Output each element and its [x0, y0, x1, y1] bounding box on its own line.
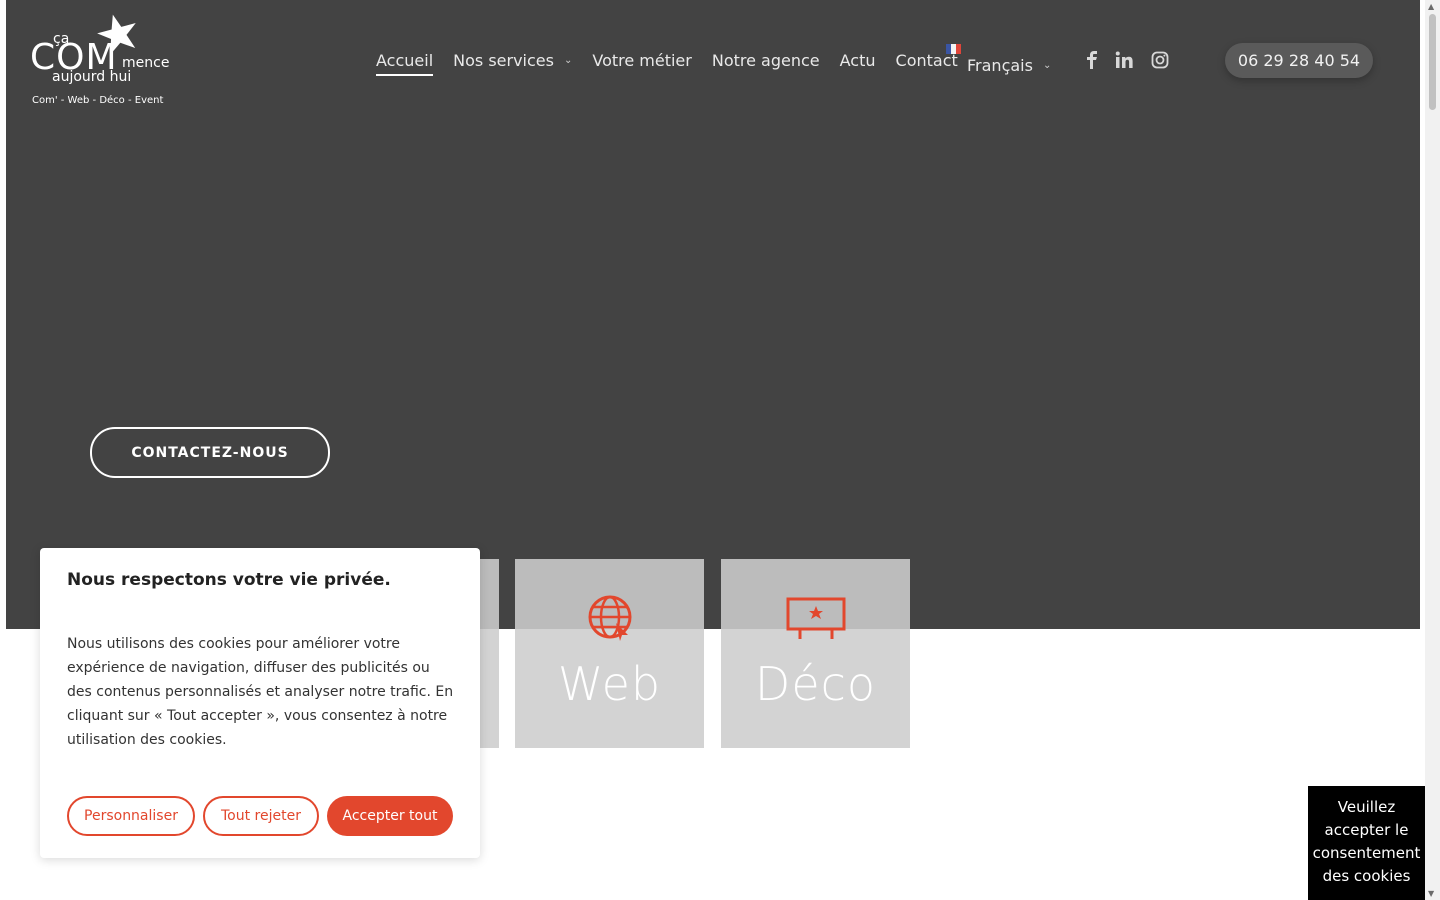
linkedin-icon[interactable]	[1114, 50, 1134, 70]
instagram-icon[interactable]	[1150, 50, 1170, 70]
contact-us-button[interactable]: CONTACTEZ-NOUS	[90, 427, 330, 478]
accept-all-button[interactable]: Accepter tout	[327, 796, 453, 836]
cookie-dialog-title: Nous respectons votre vie privée.	[67, 570, 391, 590]
nav-item-votre-metier[interactable]: Votre métier	[592, 51, 692, 70]
service-tile-web[interactable]: Web	[515, 559, 704, 748]
chevron-down-icon: ⌄	[563, 54, 573, 66]
billboard-icon	[786, 597, 845, 639]
reject-all-button[interactable]: Tout rejeter	[203, 796, 319, 836]
phone-button[interactable]: 06 29 28 40 54	[1225, 43, 1373, 78]
cookie-consent-dialog: Nous respectons votre vie privée. Nous u…	[40, 548, 480, 858]
nav-label: Nos services	[453, 50, 554, 70]
nav-item-notre-agence[interactable]: Notre agence	[712, 51, 820, 70]
logo-tagline: Com' - Web - Déco - Event	[32, 95, 164, 106]
service-tile-deco[interactable]: Déco	[721, 559, 910, 748]
globe-icon	[588, 595, 631, 641]
cookie-dialog-text: Nous utilisons des cookies pour améliore…	[67, 636, 454, 748]
customize-cookies-button[interactable]: Personnaliser	[67, 796, 195, 836]
scrollbar-thumb[interactable]	[1429, 14, 1436, 110]
nav-item-actu[interactable]: Actu	[840, 51, 876, 70]
site-logo[interactable]: ça COM mence aujourd hui Com' - Web - Dé…	[30, 12, 169, 110]
logo-text-mence: mence	[122, 55, 170, 71]
main-nav: Accueil Nos services ⌄ Votre métier Notre…	[376, 48, 978, 76]
nav-item-nos-services[interactable]: Nos services ⌄	[453, 51, 572, 70]
tile-label: Web	[557, 657, 662, 711]
logo-text-aujourd-hui: aujourd hui	[52, 69, 132, 85]
scroll-up-arrow-icon[interactable]: ▲	[1428, 2, 1434, 11]
scroll-down-arrow-icon[interactable]: ▼	[1428, 889, 1434, 898]
tile-label: Déco	[754, 657, 877, 711]
hero-section	[6, 0, 1420, 629]
nav-item-accueil[interactable]: Accueil	[376, 50, 434, 76]
nav-label: Votre métier	[592, 50, 692, 70]
french-flag-icon	[946, 44, 961, 54]
chevron-down-icon: ⌄	[1042, 60, 1052, 71]
nav-label: Notre agence	[711, 50, 820, 70]
language-label: Français	[967, 56, 1033, 75]
nav-label: Actu	[839, 50, 876, 70]
facebook-icon[interactable]	[1082, 50, 1102, 70]
nav-label: Accueil	[376, 50, 434, 70]
page-scrollbar[interactable]: ▲ ▼	[1425, 0, 1440, 900]
consent-notice: Veuillez accepter le consentement des co…	[1308, 786, 1425, 900]
